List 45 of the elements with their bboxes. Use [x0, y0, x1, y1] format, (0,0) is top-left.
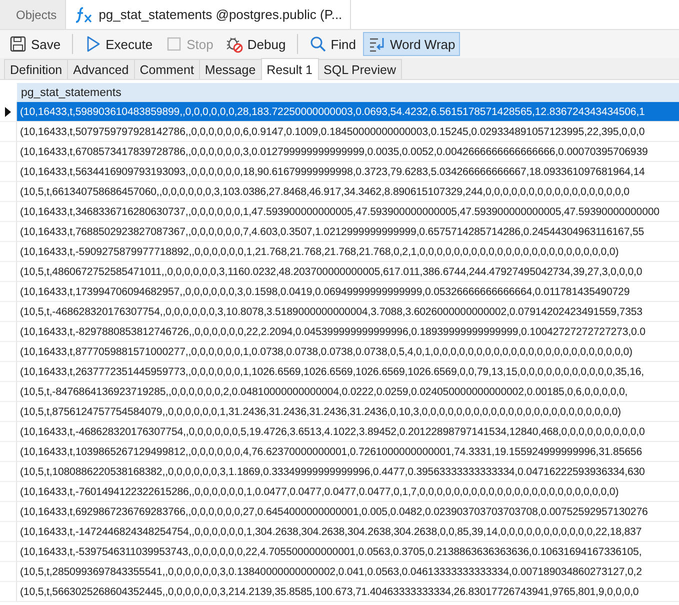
function-icon: [74, 4, 94, 24]
word-wrap-icon: [368, 35, 386, 53]
table-cell[interactable]: (10,5,t,8756124757754584079,,0,0,0,0,0,0,1,31.2436,31.2436,31.2436,31.2436,0,10,3,0,0,0,0,0,0,0,0,0,0,0,0,0,0,0,0,0,0,0,0,0,0,0): [17, 402, 679, 422]
table-cell[interactable]: (10,5,t,4860672752585471011,,0,0,0,0,0,0,3,1160.0232,48.203700000000005,617.011,386.6744,244.47927495042734,39,27,3,0,0,0,0: [17, 262, 679, 282]
table-cell[interactable]: (10,16433,t,6929867236769283766,,0,0,0,0,0,0,27,0.6454000000000001,0.005,0.0482,0.023903703703703708,0.00752592957130276: [17, 502, 679, 522]
table-cell[interactable]: (10,5,t,5663025268604352445,,0,0,0,0,0,0,3,214.2139,35.8585,100.673,71.40463333333334,26.83017726743941,9765,801,9,0,0,0,0: [17, 582, 679, 602]
table-cell[interactable]: (10,16433,t,3468336716280630737,,0,0,0,0,0,0,1,47.593900000000005,47.593900000000005,47.593900000000005,47.59390000000000: [17, 202, 679, 222]
tab[interactable]: SQL Preview: [318, 59, 402, 79]
tab[interactable]: Result 1: [260, 58, 319, 80]
table-cell[interactable]: (10,16433,t,5079759797928142786,,0,0,0,0,0,0,6,0.9147,0.1009,0.18450000000000003,0.15245,0.029334891057123995,22,395,0,0,0: [17, 122, 679, 142]
table-cell[interactable]: (10,5,t,2850993697843355541,,0,0,0,0,0,0,3,0.13840000000000002,0.041,0.0563,0.04613333333333334,0.007189034860273127,0,2: [17, 562, 679, 582]
table-cell[interactable]: (10,16433,t,-8297880853812746726,,0,0,0,0,0,0,22,2.2094,0.045399999999999996,0.18939999999999999,0.10042727272727273,0.0: [17, 322, 679, 342]
bug-icon: [225, 35, 244, 53]
document-tab[interactable]: Objects: [0, 0, 66, 29]
tab[interactable]: Advanced: [67, 59, 135, 79]
save-button[interactable]: Save: [4, 32, 66, 56]
table-cell[interactable]: (10,5,t,-468628320176307754,,0,0,0,0,0,0,3,10.8078,3.5189000000000004,3.7088,3.6026000000000002,0.07914202423491559,7353: [17, 302, 679, 322]
tab[interactable]: Comment: [134, 59, 200, 79]
word-wrap-button[interactable]: Word Wrap: [362, 32, 460, 56]
save-icon: [9, 35, 27, 53]
table-cell[interactable]: (10,16433,t,7688502923827087367,,0,0,0,0,0,0,7,4.603,0.3507,1.0212999999999999,0.6575714285714286,0.24544304963116167,55: [17, 222, 679, 242]
table-cell[interactable]: (10,16433,t,2637772351445959773,,0,0,0,0,0,0,1,1026.6569,1026.6569,1026.6569,1026.6569,0,0,79,13,15,0,0,0,0,0,0,0,0,0,0,0,35,16,: [17, 362, 679, 382]
table-cell[interactable]: (10,16433,t,6708573417839728786,,0,0,0,0,0,0,3,0.012799999999999999,0.0035,0.0052,0.0042666666666666666,0.00070395706939: [17, 142, 679, 162]
column-header[interactable]: pg_stat_statements: [17, 86, 122, 98]
execute-button[interactable]: Execute: [78, 32, 158, 56]
tab[interactable]: Definition: [4, 59, 68, 79]
table-cell[interactable]: (10,16433,t,8777059881571000277,,0,0,0,0,0,0,1,0.0738,0.0738,0.0738,0.0738,0,5,4,0,1,0,0,0,0,0,0,0,0,0,0,0,0,0,0,0,0,0,0,0,0,0,0,0): [17, 342, 679, 362]
table-cell[interactable]: (10,16433,t,-5909275879977718892,,0,0,0,0,0,0,1,21.768,21.768,21.768,21.768,0,2,1,0,0,0,0,0,0,0,0,0,0,0,0,0,0,0,0,0,0,0,0,0,0,0): [17, 242, 679, 262]
table-cell[interactable]: (10,16433,t,1039865267129499812,,0,0,0,0,0,0,4,76.62370000000001,0.7261000000000001,74.3331,19.155924999999996,31.85656: [17, 442, 679, 462]
table-cell[interactable]: (10,16433,t,5634416909793193093,,0,0,0,0,0,0,18,90.61679999999998,0.3723,79.6283,5.034266666666667,18.093361097681964,14: [17, 162, 679, 182]
table-cell[interactable]: (10,5,t,1080886220538168382,,0,0,0,0,0,0,3,1.1869,0.33349999999999996,0.4477,0.39563333333333334,0.04716222593936334,630: [17, 462, 679, 482]
table-cell[interactable]: (10,5,t,661340758686457060,,0,0,0,0,0,0,3,103.0386,27.8468,46.917,34.3462,8.890615107329,244,0,0,0,0,0,0,0,0,0,0,0,0,0,0,0,0,0: [17, 182, 679, 202]
table-cell[interactable]: (10,16433,t,-1472446824348254754,,0,0,0,0,0,0,1,304.2638,304.2638,304.2638,304.2638,0,0,85,39,14,0,0,0,0,0,0,0,0,0,0,0,22,18,837: [17, 522, 679, 542]
table-cell[interactable]: (10,16433,t,598903610483859899,,0,0,0,0,0,0,28,183.72250000000003,0.0693,54.4232,6.5615178571428565,12.836724343434506,1: [17, 102, 679, 122]
table-cell[interactable]: (10,16433,t,-468628320176307754,,0,0,0,0,0,0,5,19.4726,3.6513,4.1022,3.89452,0.20122898797141534,12840,468,0,0,0,0,0,0,0,0,0,0: [17, 422, 679, 442]
debug-button[interactable]: Debug: [220, 32, 291, 56]
table-cell[interactable]: (10,16433,t,173994706094682957,,0,0,0,0,0,0,3,0.1598,0.0419,0.06949999999999999,0.05326666666666664,0.011781435490729: [17, 282, 679, 302]
row-pointer-icon: [4, 106, 12, 116]
table-cell[interactable]: (10,16433,t,-7601494122322615286,,0,0,0,0,0,0,1,0.0477,0.0477,0.0477,0.0477,0,1,7,0,0,0,0,0,0,0,0,0,0,0,0,0,0,0,0,0,0,0,0,0,0,0): [17, 482, 679, 502]
tab[interactable]: Message: [198, 59, 262, 79]
stop-icon: [164, 35, 183, 53]
table-cell[interactable]: (10,16433,t,-5397546311039953743,,0,0,0,0,0,0,22,4.705500000000001,0.0563,0.3705,0.2138863636363636,0.10631694167336105,: [17, 542, 679, 562]
table-cell[interactable]: (10,5,t,-8476864136923719285,,0,0,0,0,0,0,2,0.04810000000000004,0.0222,0.0259,0.024050000000000002,0.00185,0,6,0,0,0,0,0,: [17, 382, 679, 402]
find-button[interactable]: Find: [304, 32, 361, 56]
search-icon: [308, 35, 327, 53]
